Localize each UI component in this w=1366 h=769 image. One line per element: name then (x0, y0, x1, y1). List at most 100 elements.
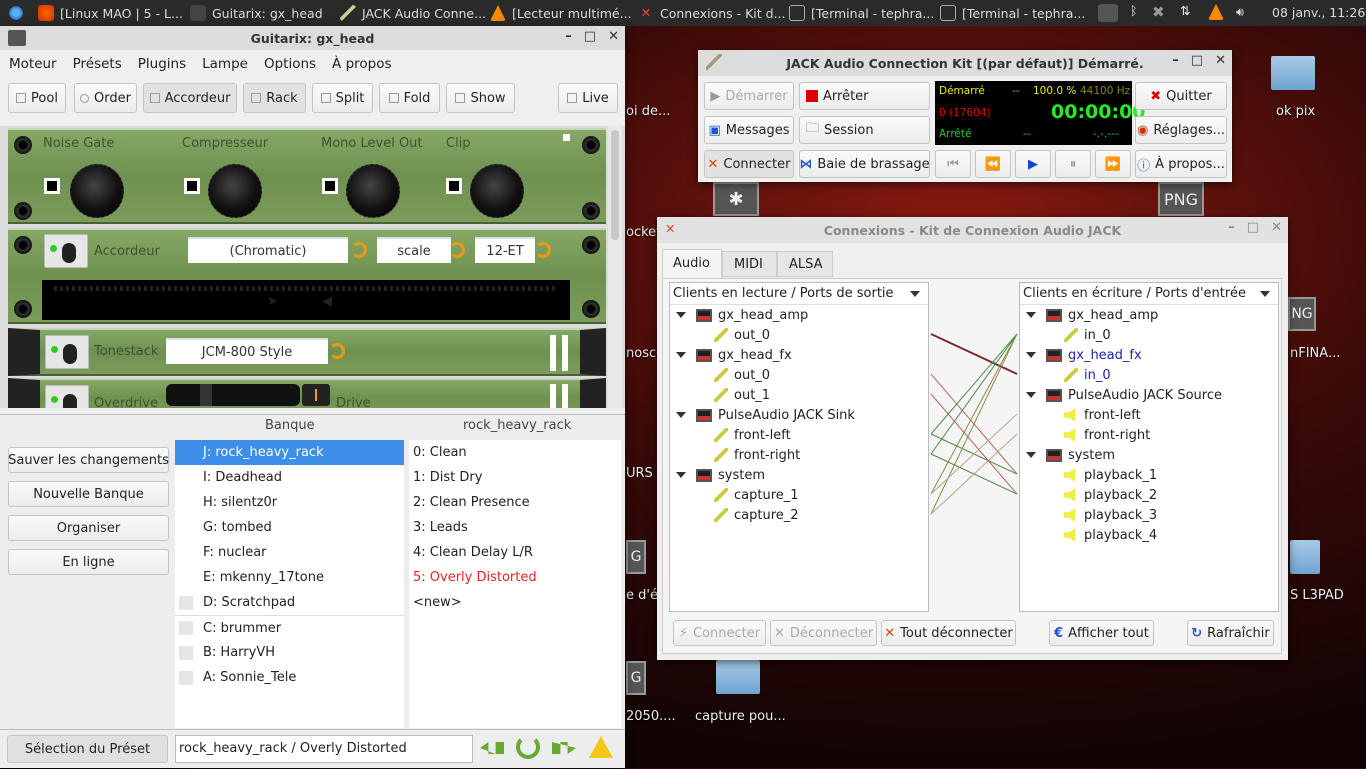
port-row[interactable]: front-left (1020, 405, 1278, 425)
folder-icon[interactable] (1271, 56, 1315, 90)
quit-button[interactable]: ✖ Quitter (1135, 82, 1227, 110)
app-menu-icon[interactable] (8, 5, 24, 21)
noise-gate-knob[interactable] (70, 164, 124, 218)
png-file-icon[interactable]: G (626, 540, 646, 574)
disconnect-ports-button[interactable]: ✕ Déconnecter (770, 620, 877, 646)
png-file-icon[interactable]: NG (1288, 297, 1316, 331)
guitarix-tray-icon[interactable] (1098, 4, 1118, 22)
previous-preset-icon[interactable] (480, 742, 504, 754)
bluetooth-icon[interactable]: ᛒ (1130, 3, 1138, 18)
cycle-icon[interactable] (351, 242, 367, 258)
port-row[interactable]: capture_2 (670, 505, 928, 525)
task-firefox[interactable]: [Linux MAO | 5 - L... (38, 0, 183, 26)
task-terminal-2[interactable]: [Terminal - tephra... (940, 0, 1085, 26)
tab-midi[interactable]: MIDI (722, 251, 777, 277)
mono-level-out-toggle[interactable] (322, 178, 338, 194)
tuner-scale-select[interactable]: scale (377, 237, 451, 263)
desktop-icon-label[interactable]: URS (626, 466, 653, 481)
preset-row[interactable]: 3: Leads (409, 515, 621, 540)
tonestack-model-select[interactable]: JCM-800 Style (166, 338, 328, 364)
expand-triangle-icon[interactable] (1026, 392, 1036, 398)
bank-row[interactable]: J: rock_heavy_rack (175, 440, 404, 465)
close-button[interactable]: ✕ (1215, 53, 1226, 68)
panel-menu-button[interactable] (563, 134, 570, 141)
forward-button[interactable]: ⏩ (1095, 150, 1131, 178)
scrollbar-thumb[interactable] (611, 130, 619, 240)
desktop-icon-label[interactable]: ocket (626, 225, 661, 240)
bank-row[interactable]: H: silentz0r (175, 490, 404, 515)
messages-button[interactable]: ▣ Messages (704, 116, 794, 144)
drive-slider[interactable] (166, 384, 300, 406)
bank-row[interactable]: D: Scratchpad (175, 590, 404, 615)
maximize-button[interactable]: □ (584, 29, 596, 44)
client-row[interactable]: system (1020, 445, 1278, 465)
tuner-button[interactable]: Accordeur (143, 83, 237, 113)
port-row[interactable]: playback_2 (1020, 485, 1278, 505)
output-ports-tree[interactable]: Clients en lecture / Ports de sortie gx_… (669, 282, 929, 612)
close-button[interactable]: ✕ (1271, 220, 1282, 235)
expand-all-button[interactable]: € Afficher tout (1049, 620, 1154, 646)
menu-moteur[interactable]: Moteur (9, 56, 57, 72)
desktop-icon-label[interactable]: oi de... (626, 104, 670, 119)
slider-thumb[interactable] (200, 384, 212, 406)
expand-triangle-icon[interactable] (1026, 452, 1036, 458)
connect-button[interactable]: ✕ Connecter (704, 150, 794, 178)
save-changes-button[interactable]: Sauver les changements (8, 447, 169, 473)
bank-row[interactable]: A: Sonnie_Tele (175, 665, 404, 690)
clip-knob[interactable] (470, 164, 524, 218)
settings-button[interactable]: ◉ Réglages... (1135, 116, 1227, 144)
bank-row[interactable]: I: Deadhead (175, 465, 404, 490)
order-button[interactable]: Order (74, 83, 137, 113)
new-bank-button[interactable]: Nouvelle Banque (8, 481, 169, 507)
port-row[interactable]: playback_3 (1020, 505, 1278, 525)
volume-icon[interactable]: 🔊︎ (1236, 4, 1244, 20)
tuner-power-switch[interactable] (44, 234, 88, 268)
client-row[interactable]: gx_head_amp (670, 305, 928, 325)
desktop-icon-label[interactable]: S L3PAD (1290, 588, 1344, 603)
menu-plugins[interactable]: Plugins (138, 56, 186, 72)
port-row[interactable]: out_1 (670, 385, 928, 405)
session-button[interactable]: 🗀︎ Session (799, 116, 930, 144)
client-row[interactable]: gx_head_fx (670, 345, 928, 365)
task-terminal-1[interactable]: [Terminal - tephra... (789, 0, 934, 26)
port-row[interactable]: front-left (670, 425, 928, 445)
port-row[interactable]: in_0 (1020, 365, 1278, 385)
title-bar[interactable]: Guitarix: gx_head – □ ✕ (0, 26, 625, 50)
client-row[interactable]: PulseAudio JACK Source (1020, 385, 1278, 405)
port-row[interactable]: out_0 (670, 325, 928, 345)
png-file-icon[interactable]: PNG (1158, 182, 1204, 216)
rewind-button[interactable]: ⏪ (975, 150, 1011, 178)
port-row[interactable]: front-right (670, 445, 928, 465)
bank-row[interactable]: E: mkenny_17tone (175, 565, 404, 590)
input-tree-header[interactable]: Clients en écriture / Ports d'entrée (1020, 283, 1278, 305)
tuner-temperament-select[interactable]: 12-ET (475, 237, 535, 263)
port-row[interactable]: playback_1 (1020, 465, 1278, 485)
preset-row[interactable]: 0: Clean (409, 440, 621, 465)
next-preset-icon[interactable] (552, 742, 576, 754)
split-button[interactable]: Split (312, 83, 373, 113)
organize-button[interactable]: Organiser (8, 515, 169, 541)
expand-triangle-icon[interactable] (676, 352, 686, 358)
disconnect-all-button[interactable]: ✕ Tout déconnecter (881, 620, 1016, 646)
stop-button[interactable]: Arrêter (799, 82, 930, 110)
bank-row[interactable]: B: HarryVH (175, 640, 404, 665)
engine-power-icon[interactable] (516, 735, 540, 759)
cycle-icon[interactable] (449, 242, 465, 258)
noise-gate-toggle[interactable] (44, 178, 60, 194)
play-button[interactable]: ▶ (1015, 150, 1051, 178)
folder-icon[interactable] (1290, 540, 1320, 574)
pause-button[interactable]: ⏸ (1055, 150, 1091, 178)
maximize-button[interactable]: □ (1247, 220, 1259, 235)
cycle-icon[interactable] (535, 242, 551, 258)
task-connexions[interactable]: ✕ Connexions - Kit d... (638, 0, 786, 26)
start-button[interactable]: ▶ Démarrer (704, 82, 794, 110)
preset-row[interactable]: 5: Overly Distorted (409, 565, 621, 590)
clock[interactable]: 08 janv., 11:26 (1272, 5, 1365, 20)
output-tree-header[interactable]: Clients en lecture / Ports de sortie (670, 283, 928, 305)
drag-handle[interactable] (550, 335, 568, 371)
online-button[interactable]: En ligne (8, 549, 169, 575)
tab-audio[interactable]: Audio (662, 249, 722, 279)
client-row[interactable]: gx_head_fx (1020, 345, 1278, 365)
menu-presets[interactable]: Présets (73, 56, 122, 72)
bank-row[interactable]: G: tombed (175, 515, 404, 540)
